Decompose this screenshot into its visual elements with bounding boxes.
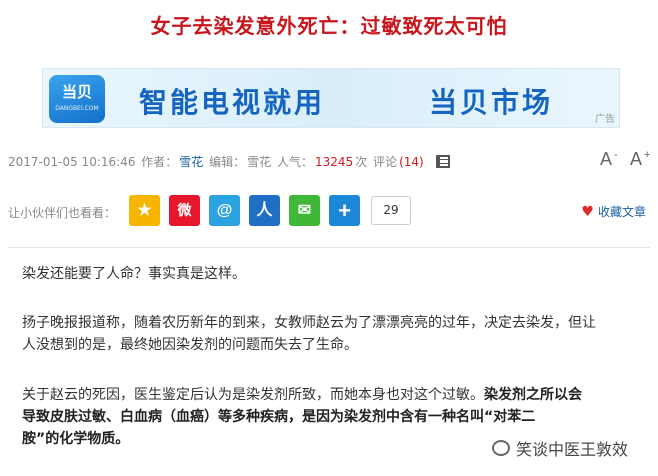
wechat-watermark: 笑谈中医王敦效: [492, 436, 628, 460]
wechat-watermark-icon: [492, 440, 510, 456]
font-increase-button[interactable]: A +: [630, 149, 650, 170]
ad-label: 广告: [595, 114, 615, 125]
heart-icon: ♥: [581, 204, 594, 220]
share-count: 29: [371, 196, 411, 225]
weibo-icon[interactable]: 微: [169, 195, 200, 226]
article-meta: 2017-01-05 10:16:46 作者： 雪花 编辑： 雪花 人气： 13245…: [8, 149, 650, 171]
paragraph-1: 染发还能要了人命？事实真是这样。: [22, 266, 246, 282]
banner-brand: 当贝市场: [429, 86, 554, 119]
comments-label[interactable]: 评论: [373, 155, 397, 169]
banner-logo-sub: DANGBEI.COM: [55, 105, 99, 112]
favorite-button[interactable]: ♥ 收藏文章: [581, 203, 646, 220]
paragraph-2-line-2: 人没想到的是，最终她因染发剂的问题而失去了生命。: [22, 337, 358, 353]
dangbei-logo: 当贝 DANGBEI.COM: [49, 75, 105, 123]
font-decrease-button[interactable]: A-: [600, 149, 618, 170]
paragraph-3-bold-b: 导致皮肤过敏、白血病（血癌）等多种疾病，是因为染发剂中含有一种名叫“对苯二: [22, 409, 536, 425]
ad-banner[interactable]: 当贝 DANGBEI.COM 智能电视就用 当贝市场 广告: [42, 68, 620, 128]
banner-slogan: 智能电视就用: [139, 86, 326, 119]
share-bar: 让小伙伴们也看看： ★ 微 @ 人 ✉ + 29 ♥ 收藏文章: [8, 195, 650, 227]
qzone-icon[interactable]: ★: [129, 195, 160, 226]
share-label: 让小伙伴们也看看：: [8, 206, 117, 220]
tencent-weibo-icon[interactable]: @: [209, 195, 240, 226]
article-title: 女子去染发意外死亡：过敏致死太可怕: [150, 14, 508, 38]
views-label: 人气：: [277, 155, 314, 169]
publish-datetime: 2017-01-05 10:16:46: [8, 155, 136, 169]
author-link[interactable]: 雪花: [179, 155, 203, 169]
font-increase-mark: +: [644, 149, 651, 161]
views-unit: 次: [355, 155, 368, 169]
more-share-icon[interactable]: +: [329, 195, 360, 226]
views-count: 13245: [315, 155, 354, 169]
comments-count[interactable]: (14): [399, 155, 424, 169]
editor-label: 编辑：: [209, 155, 246, 169]
content-divider: [8, 247, 650, 248]
font-decrease-letter: A: [600, 149, 613, 169]
wechat-icon[interactable]: ✉: [289, 195, 320, 226]
comment-list-icon[interactable]: [435, 155, 450, 168]
editor-name: 雪花: [247, 155, 272, 169]
font-decrease-mark: -: [614, 149, 618, 161]
font-increase-letter: A: [630, 149, 643, 169]
renren-icon[interactable]: 人: [249, 195, 280, 226]
paragraph-3-bold-c: 胺”的化学物质。: [22, 431, 130, 447]
paragraph-2: 扬子晚报报道称，随着农历新年的到来，女教师赵云为了漂漂亮亮的过年，决定去染发，但…: [22, 312, 642, 356]
paragraph-3-normal: 关于赵云的死因，医生鉴定后认为是染发剂所致，而她本身也对这个过敏。: [22, 387, 484, 403]
paragraph-3-bold-a: 染发剂之所以会: [484, 387, 582, 403]
watermark-text: 笑谈中医王敦效: [516, 440, 629, 459]
favorite-label: 收藏文章: [597, 205, 646, 219]
banner-logo-text: 当贝: [61, 83, 92, 101]
paragraph-2-line-1: 扬子晚报报道称，随着农历新年的到来，女教师赵云为了漂漂亮亮的过年，决定去染发，但…: [22, 315, 596, 331]
author-label: 作者：: [141, 155, 178, 169]
